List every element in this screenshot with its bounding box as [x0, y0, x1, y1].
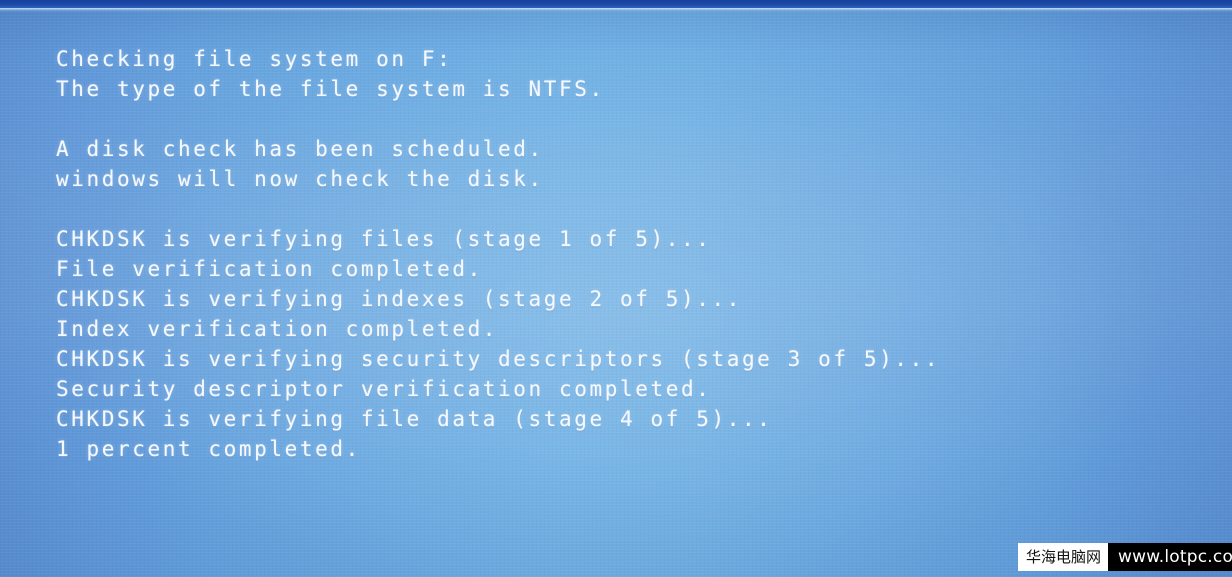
console-text-area: Checking file system on F: The type of t…	[56, 44, 1216, 464]
console-line: CHKDSK is verifying file data (stage 4 o…	[56, 407, 773, 431]
console-line: File verification completed.	[56, 257, 483, 281]
console-line: CHKDSK is verifying indexes (stage 2 of …	[56, 287, 742, 311]
console-line: Index verification completed.	[56, 317, 499, 341]
console-line: Checking file system on F:	[56, 47, 453, 71]
console-line: 1 percent completed.	[56, 437, 361, 461]
console-line: CHKDSK is verifying security descriptors…	[56, 347, 941, 371]
console-line: A disk check has been scheduled.	[56, 137, 544, 161]
console-line: Security descriptor verification complet…	[56, 377, 712, 401]
watermark-site-name: 华海电脑网	[1018, 543, 1109, 571]
console-line: CHKDSK is verifying files (stage 1 of 5)…	[56, 227, 712, 251]
chkdsk-screen: Checking file system on F: The type of t…	[0, 0, 1232, 577]
watermark-url: www.lotpc.com	[1108, 543, 1232, 571]
console-line: windows will now check the disk.	[56, 167, 544, 191]
console-line: The type of the file system is NTFS.	[56, 77, 605, 101]
top-navy-band	[0, 0, 1232, 8]
watermark: 华海电脑网 www.lotpc.com	[1018, 543, 1232, 571]
top-highlight-line	[0, 8, 1232, 12]
